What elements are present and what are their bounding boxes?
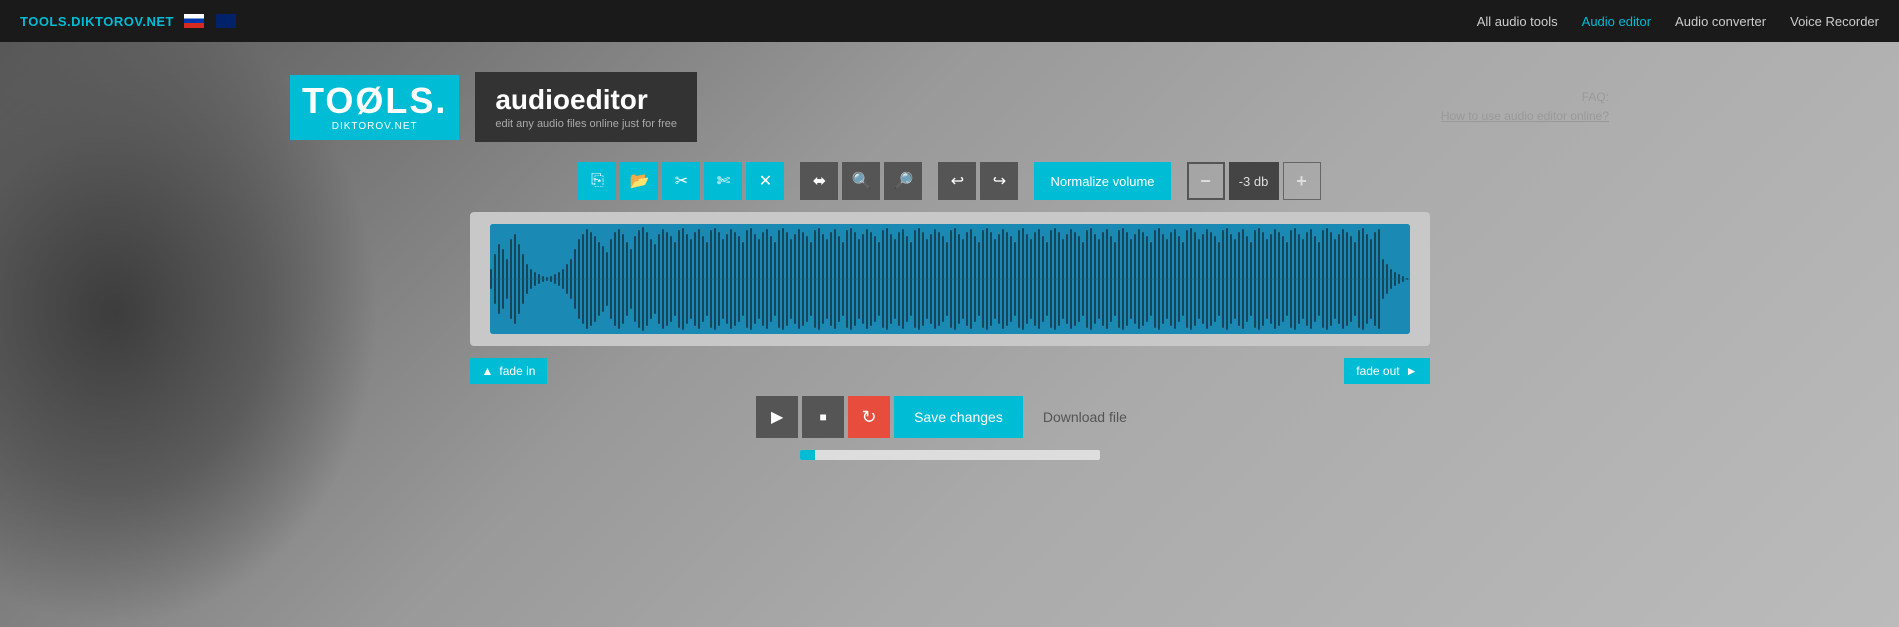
- nav-audio-editor[interactable]: Audio editor: [1582, 14, 1651, 29]
- open-icon: 📂: [630, 171, 650, 191]
- flag-russian-icon[interactable]: [184, 14, 204, 28]
- delete-icon: ✕: [759, 171, 772, 191]
- editor-section: ⎘ 📂 ✂ ✄ ✕ ⬌ 🔍 🔎: [0, 152, 1899, 470]
- copy-button[interactable]: ⎘: [578, 162, 616, 200]
- toolbar: ⎘ 📂 ✂ ✄ ✕ ⬌ 🔍 🔎: [578, 162, 1320, 200]
- open-button[interactable]: 📂: [620, 162, 658, 200]
- fit-button[interactable]: ⬌: [800, 162, 838, 200]
- stop-button[interactable]: ■: [802, 396, 844, 438]
- waveform-display[interactable]: [490, 224, 1410, 334]
- fade-controls: ▲ fade in fade out ►: [470, 358, 1430, 384]
- faq-link[interactable]: How to use audio editor online?: [1441, 109, 1609, 123]
- zoom-out-icon: 🔎: [894, 171, 914, 191]
- logo-domain-text: DIKTOROV.NET: [332, 121, 418, 132]
- play-button[interactable]: ▶: [756, 396, 798, 438]
- main-content: TOØLS. DIKTOROV.NET audioeditor edit any…: [0, 42, 1899, 490]
- fade-in-icon: ▲: [482, 364, 494, 378]
- normalize-volume-button[interactable]: Normalize volume: [1034, 162, 1170, 200]
- stop-icon: ■: [819, 410, 826, 424]
- topbar-left: TOOLS.DIKTOROV.NET: [20, 14, 238, 29]
- fade-out-icon: ►: [1406, 364, 1418, 378]
- waveform-svg: [490, 224, 1410, 334]
- waveform-container: [470, 212, 1430, 346]
- volume-db-display: -3 db: [1229, 162, 1279, 200]
- undo-button[interactable]: ↩: [938, 162, 976, 200]
- reload-icon: ↻: [862, 407, 877, 428]
- header-section: TOØLS. DIKTOROV.NET audioeditor edit any…: [0, 62, 1899, 152]
- volume-plus-button[interactable]: +: [1283, 162, 1321, 200]
- redo-icon: ↪: [993, 171, 1006, 191]
- banner-subtitle: edit any audio files online just for fre…: [495, 118, 677, 130]
- save-changes-button[interactable]: Save changes: [894, 396, 1023, 438]
- site-name: TOOLS.DIKTOROV.NET: [20, 14, 174, 29]
- reload-button[interactable]: ↻: [848, 396, 890, 438]
- cut-button[interactable]: ✂: [662, 162, 700, 200]
- topbar: TOOLS.DIKTOROV.NET All audio tools Audio…: [0, 0, 1899, 42]
- zoom-in-button[interactable]: 🔍: [842, 162, 880, 200]
- flag-english-icon[interactable]: [216, 14, 236, 28]
- scissors-icon: ✂: [675, 171, 688, 191]
- logo-box: TOØLS. DIKTOROV.NET: [290, 75, 459, 140]
- audio-editor-banner: audioeditor edit any audio files online …: [475, 72, 697, 142]
- trim-button[interactable]: ✄: [704, 162, 742, 200]
- fade-out-button[interactable]: fade out ►: [1344, 358, 1429, 384]
- progress-bar-container: [800, 450, 1100, 460]
- playback-controls: ▶ ■ ↻ Save changes Download file: [756, 396, 1143, 438]
- undo-icon: ↩: [951, 171, 964, 191]
- nav-voice-recorder[interactable]: Voice Recorder: [1790, 14, 1879, 29]
- redo-button[interactable]: ↪: [980, 162, 1018, 200]
- progress-bar-fill: [800, 450, 815, 460]
- copy-icon: ⎘: [591, 172, 604, 190]
- nav-audio-converter[interactable]: Audio converter: [1675, 14, 1766, 29]
- fade-in-button[interactable]: ▲ fade in: [470, 358, 548, 384]
- zoom-out-button[interactable]: 🔎: [884, 162, 922, 200]
- nav-all-audio-tools[interactable]: All audio tools: [1477, 14, 1558, 29]
- faq-label: FAQ:: [1582, 90, 1609, 104]
- plus-icon: +: [1296, 171, 1307, 192]
- topbar-nav: All audio tools Audio editor Audio conve…: [1477, 14, 1879, 29]
- minus-icon: −: [1200, 171, 1211, 192]
- volume-minus-button[interactable]: −: [1187, 162, 1225, 200]
- play-icon: ▶: [771, 407, 783, 427]
- logo-area: TOØLS. DIKTOROV.NET audioeditor edit any…: [290, 72, 697, 142]
- logo-tools-text: TOØLS.: [302, 83, 447, 119]
- fit-icon: ⬌: [813, 171, 826, 191]
- delete-button[interactable]: ✕: [746, 162, 784, 200]
- download-file-button[interactable]: Download file: [1027, 396, 1143, 438]
- faq-area: FAQ: How to use audio editor online?: [1441, 88, 1609, 126]
- trim-icon: ✄: [717, 171, 730, 191]
- banner-title: audioeditor: [495, 84, 677, 116]
- zoom-in-icon: 🔍: [852, 171, 872, 191]
